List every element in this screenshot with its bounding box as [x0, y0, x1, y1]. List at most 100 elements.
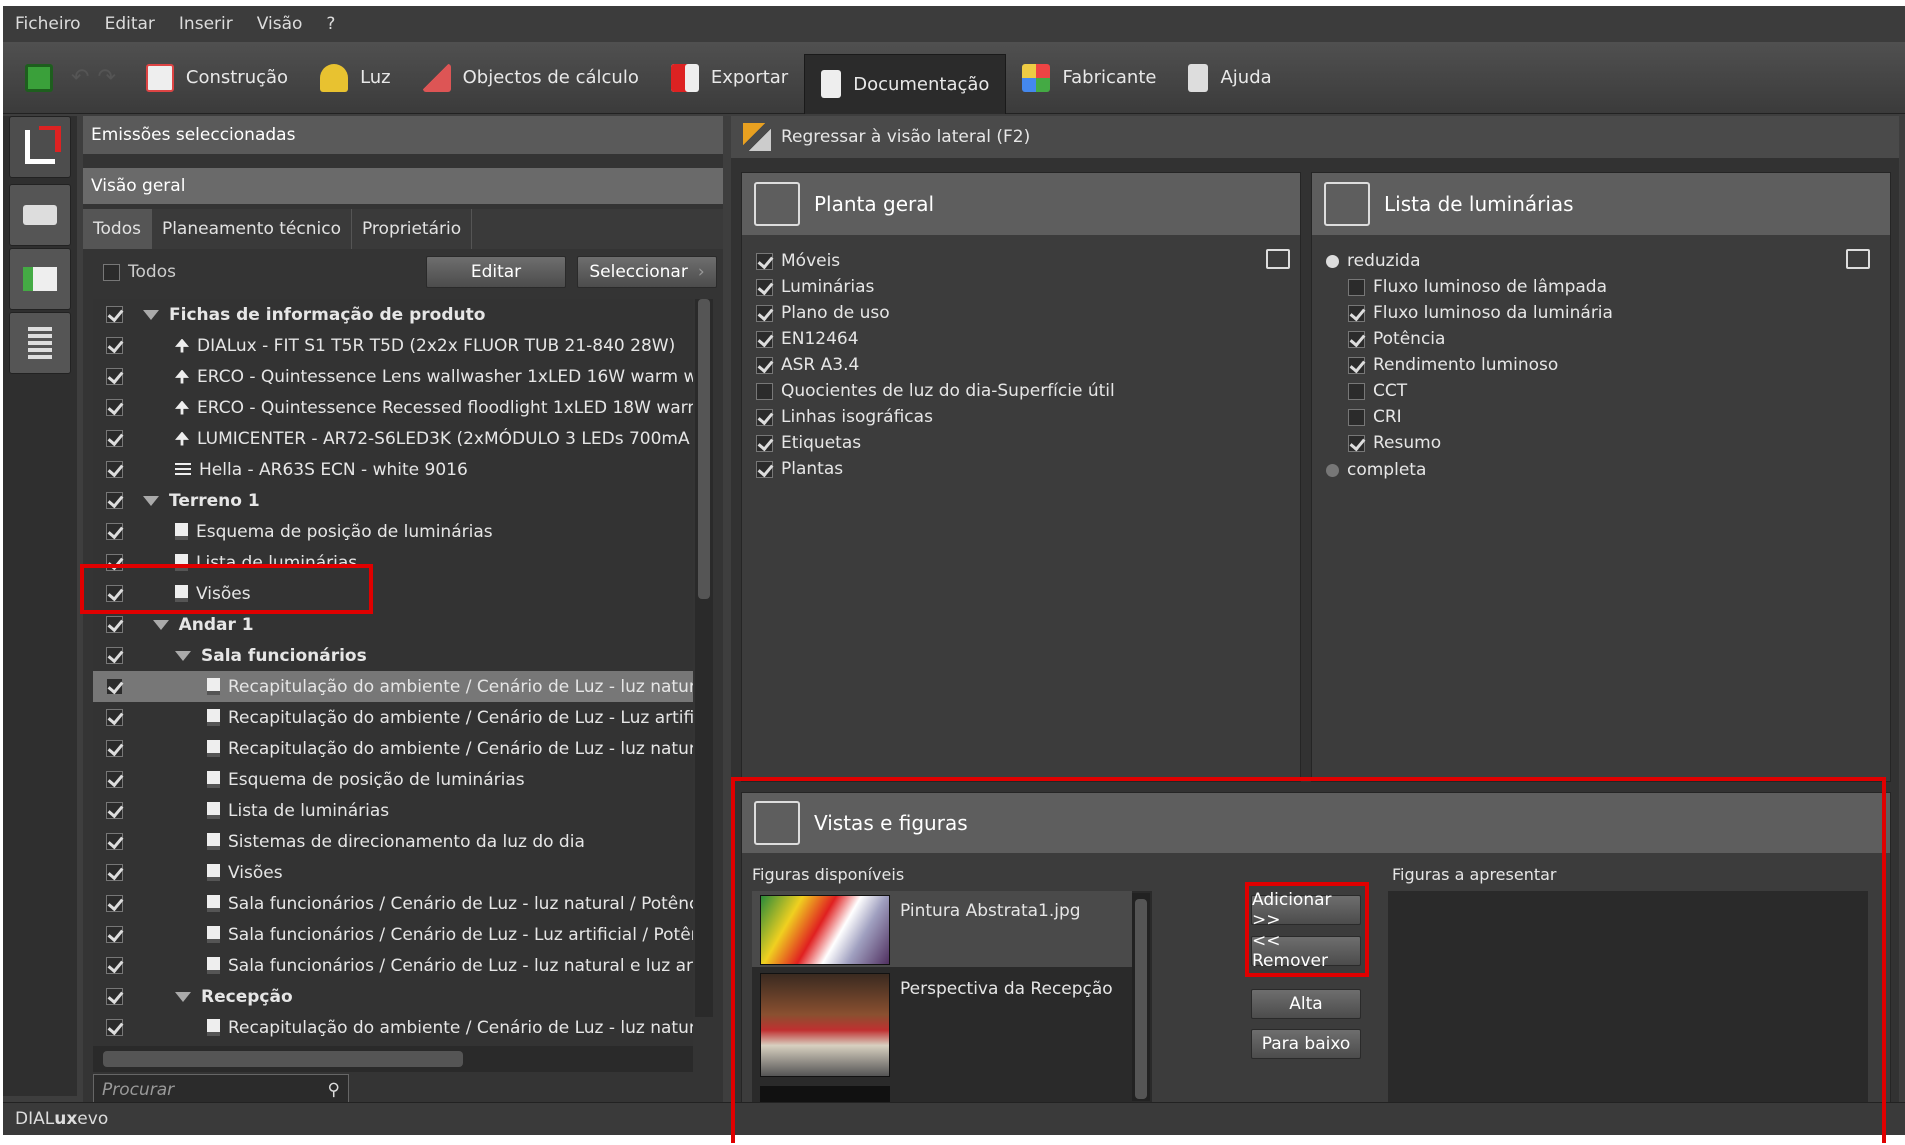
option-row[interactable]: Luminárias	[756, 277, 874, 297]
option-checkbox[interactable]	[756, 330, 773, 348]
option-row[interactable]: Rendimento luminoso	[1348, 355, 1558, 375]
tab-documentacao[interactable]: Documentação	[804, 53, 1007, 114]
option-row[interactable]: Fluxo luminoso da luminária	[1348, 303, 1613, 323]
option-reduzida[interactable]: reduzida	[1326, 251, 1421, 271]
save-button[interactable]	[3, 49, 67, 107]
tree-row[interactable]: Sala funcionários / Cenário de Luz - luz…	[93, 888, 693, 919]
select-all-checkbox[interactable]	[103, 263, 120, 281]
tree-row[interactable]: Sala funcionários / Cenário de Luz - luz…	[93, 950, 693, 981]
tree-row[interactable]: Sala funcionários	[93, 640, 693, 671]
option-checkbox[interactable]	[1348, 434, 1365, 452]
option-checkbox[interactable]	[1348, 356, 1365, 374]
tree-row-checkbox[interactable]	[106, 988, 123, 1005]
option-checkbox[interactable]	[756, 382, 773, 400]
expand-arrow-icon[interactable]	[143, 309, 159, 320]
print-button[interactable]	[9, 184, 71, 246]
tab-proprietario[interactable]: Proprietário	[352, 209, 473, 249]
tab-ajuda[interactable]: Ajuda	[1172, 49, 1287, 107]
tree-row-checkbox[interactable]	[106, 430, 123, 447]
tree-row[interactable]: Fichas de informação de produto	[93, 299, 693, 330]
tree-row-checkbox[interactable]	[106, 337, 123, 354]
tree-row-checkbox[interactable]	[106, 616, 123, 633]
tree-row-checkbox[interactable]	[106, 740, 123, 757]
tree-row-checkbox[interactable]	[106, 461, 123, 478]
tree-row-checkbox[interactable]	[106, 368, 123, 385]
option-checkbox[interactable]	[756, 304, 773, 322]
tree-row-checkbox[interactable]	[106, 833, 123, 850]
tab-luz[interactable]: Luz	[304, 49, 407, 107]
tree-horizontal-scrollbar[interactable]	[93, 1046, 693, 1072]
back-to-side-view-button[interactable]: Regressar à visão lateral (F2)	[731, 116, 1899, 158]
tree-row[interactable]: Hella - AR63S ECN - white 9016	[93, 454, 693, 485]
option-row[interactable]: Etiquetas	[756, 433, 861, 453]
tree-row[interactable]: Recapitulação do ambiente / Cenário de L…	[93, 1012, 693, 1043]
tree-row-checkbox[interactable]	[106, 864, 123, 881]
option-row[interactable]: CRI	[1348, 407, 1402, 427]
redo-button[interactable]: ↷	[93, 49, 129, 107]
menu-insert[interactable]: Inserir	[179, 14, 233, 34]
tree-row-checkbox[interactable]	[106, 771, 123, 788]
option-row[interactable]: Quocientes de luz do dia-Superfície útil	[756, 381, 1115, 401]
menu-edit[interactable]: Editar	[105, 14, 155, 34]
tree-row[interactable]: ERCO - Quintessence Recessed floodlight …	[93, 392, 693, 423]
tree-row[interactable]: DIALux - FIT S1 T5R T5D (2x2x FLUOR TUB …	[93, 330, 693, 361]
option-row[interactable]: Potência	[1348, 329, 1445, 349]
option-row[interactable]: EN12464	[756, 329, 859, 349]
option-checkbox[interactable]	[1348, 382, 1365, 400]
tree-row-checkbox[interactable]	[106, 895, 123, 912]
expand-arrow-icon[interactable]	[143, 495, 159, 506]
tree-row-checkbox[interactable]	[106, 926, 123, 943]
option-row[interactable]: Resumo	[1348, 433, 1441, 453]
tree-row[interactable]: Terreno 1	[93, 485, 693, 516]
tree-row[interactable]: Recepção	[93, 981, 693, 1012]
tree-row-checkbox[interactable]	[106, 399, 123, 416]
edit-icon[interactable]	[1266, 249, 1290, 269]
expand-arrow-icon[interactable]	[152, 619, 169, 630]
tree-row[interactable]: Sistemas de direcionamento da luz do dia	[93, 826, 693, 857]
tree-row-checkbox[interactable]	[106, 1019, 123, 1036]
undo-button[interactable]: ↶	[67, 49, 93, 107]
option-checkbox[interactable]	[1348, 304, 1365, 322]
option-checkbox[interactable]	[756, 278, 773, 296]
tree-row[interactable]: Sala funcionários / Cenário de Luz - Luz…	[93, 919, 693, 950]
option-row[interactable]: Linhas isográficas	[756, 407, 933, 427]
option-checkbox[interactable]	[756, 434, 773, 452]
tree-row-checkbox[interactable]	[106, 647, 123, 664]
edit-icon[interactable]	[1846, 249, 1870, 269]
menu-view[interactable]: Visão	[257, 14, 303, 34]
option-row[interactable]: Plantas	[756, 459, 843, 479]
tree-row[interactable]: Recapitulação do ambiente / Cenário de L…	[93, 671, 693, 702]
menu-help[interactable]: ?	[326, 14, 335, 34]
option-checkbox[interactable]	[1348, 278, 1365, 296]
report-button[interactable]	[9, 312, 71, 374]
tab-fabricante[interactable]: Fabricante	[1006, 49, 1172, 107]
tree-vertical-scrollbar[interactable]	[695, 299, 713, 1017]
option-completa[interactable]: completa	[1326, 460, 1426, 480]
tree-row-checkbox[interactable]	[106, 492, 123, 509]
tree-row-checkbox[interactable]	[106, 709, 123, 726]
tree-row-checkbox[interactable]	[106, 802, 123, 819]
tree-row[interactable]: Recapitulação do ambiente / Cenário de L…	[93, 733, 693, 764]
search-icon[interactable]: ⚲	[328, 1080, 340, 1100]
option-row[interactable]: ASR A3.4	[756, 355, 859, 375]
tree-row[interactable]: Visões	[93, 857, 693, 888]
option-row[interactable]: CCT	[1348, 381, 1407, 401]
tree-view-button[interactable]	[9, 116, 71, 178]
option-checkbox[interactable]	[756, 460, 773, 478]
option-checkbox[interactable]	[1348, 330, 1365, 348]
option-row[interactable]: Plano de uso	[756, 303, 890, 323]
tree-row[interactable]: Esquema de posição de luminárias	[93, 764, 693, 795]
cover-button[interactable]	[9, 248, 71, 310]
tab-todos[interactable]: Todos	[83, 209, 152, 249]
option-checkbox[interactable]	[756, 356, 773, 374]
tree-row[interactable]: Lista de luminárias	[93, 795, 693, 826]
tab-planeamento-tecnico[interactable]: Planeamento técnico	[152, 209, 352, 249]
option-checkbox[interactable]	[1348, 408, 1365, 426]
document-tree[interactable]: Fichas de informação de produto DIALux - …	[93, 299, 693, 1046]
tree-row-checkbox[interactable]	[106, 523, 123, 540]
option-row[interactable]: Móveis	[756, 251, 840, 271]
tree-row-checkbox[interactable]	[106, 306, 123, 323]
option-row[interactable]: Fluxo luminoso de lâmpada	[1348, 277, 1607, 297]
tab-objectos-calculo[interactable]: Objectos de cálculo	[407, 49, 655, 107]
tree-row[interactable]: Recapitulação do ambiente / Cenário de L…	[93, 702, 693, 733]
